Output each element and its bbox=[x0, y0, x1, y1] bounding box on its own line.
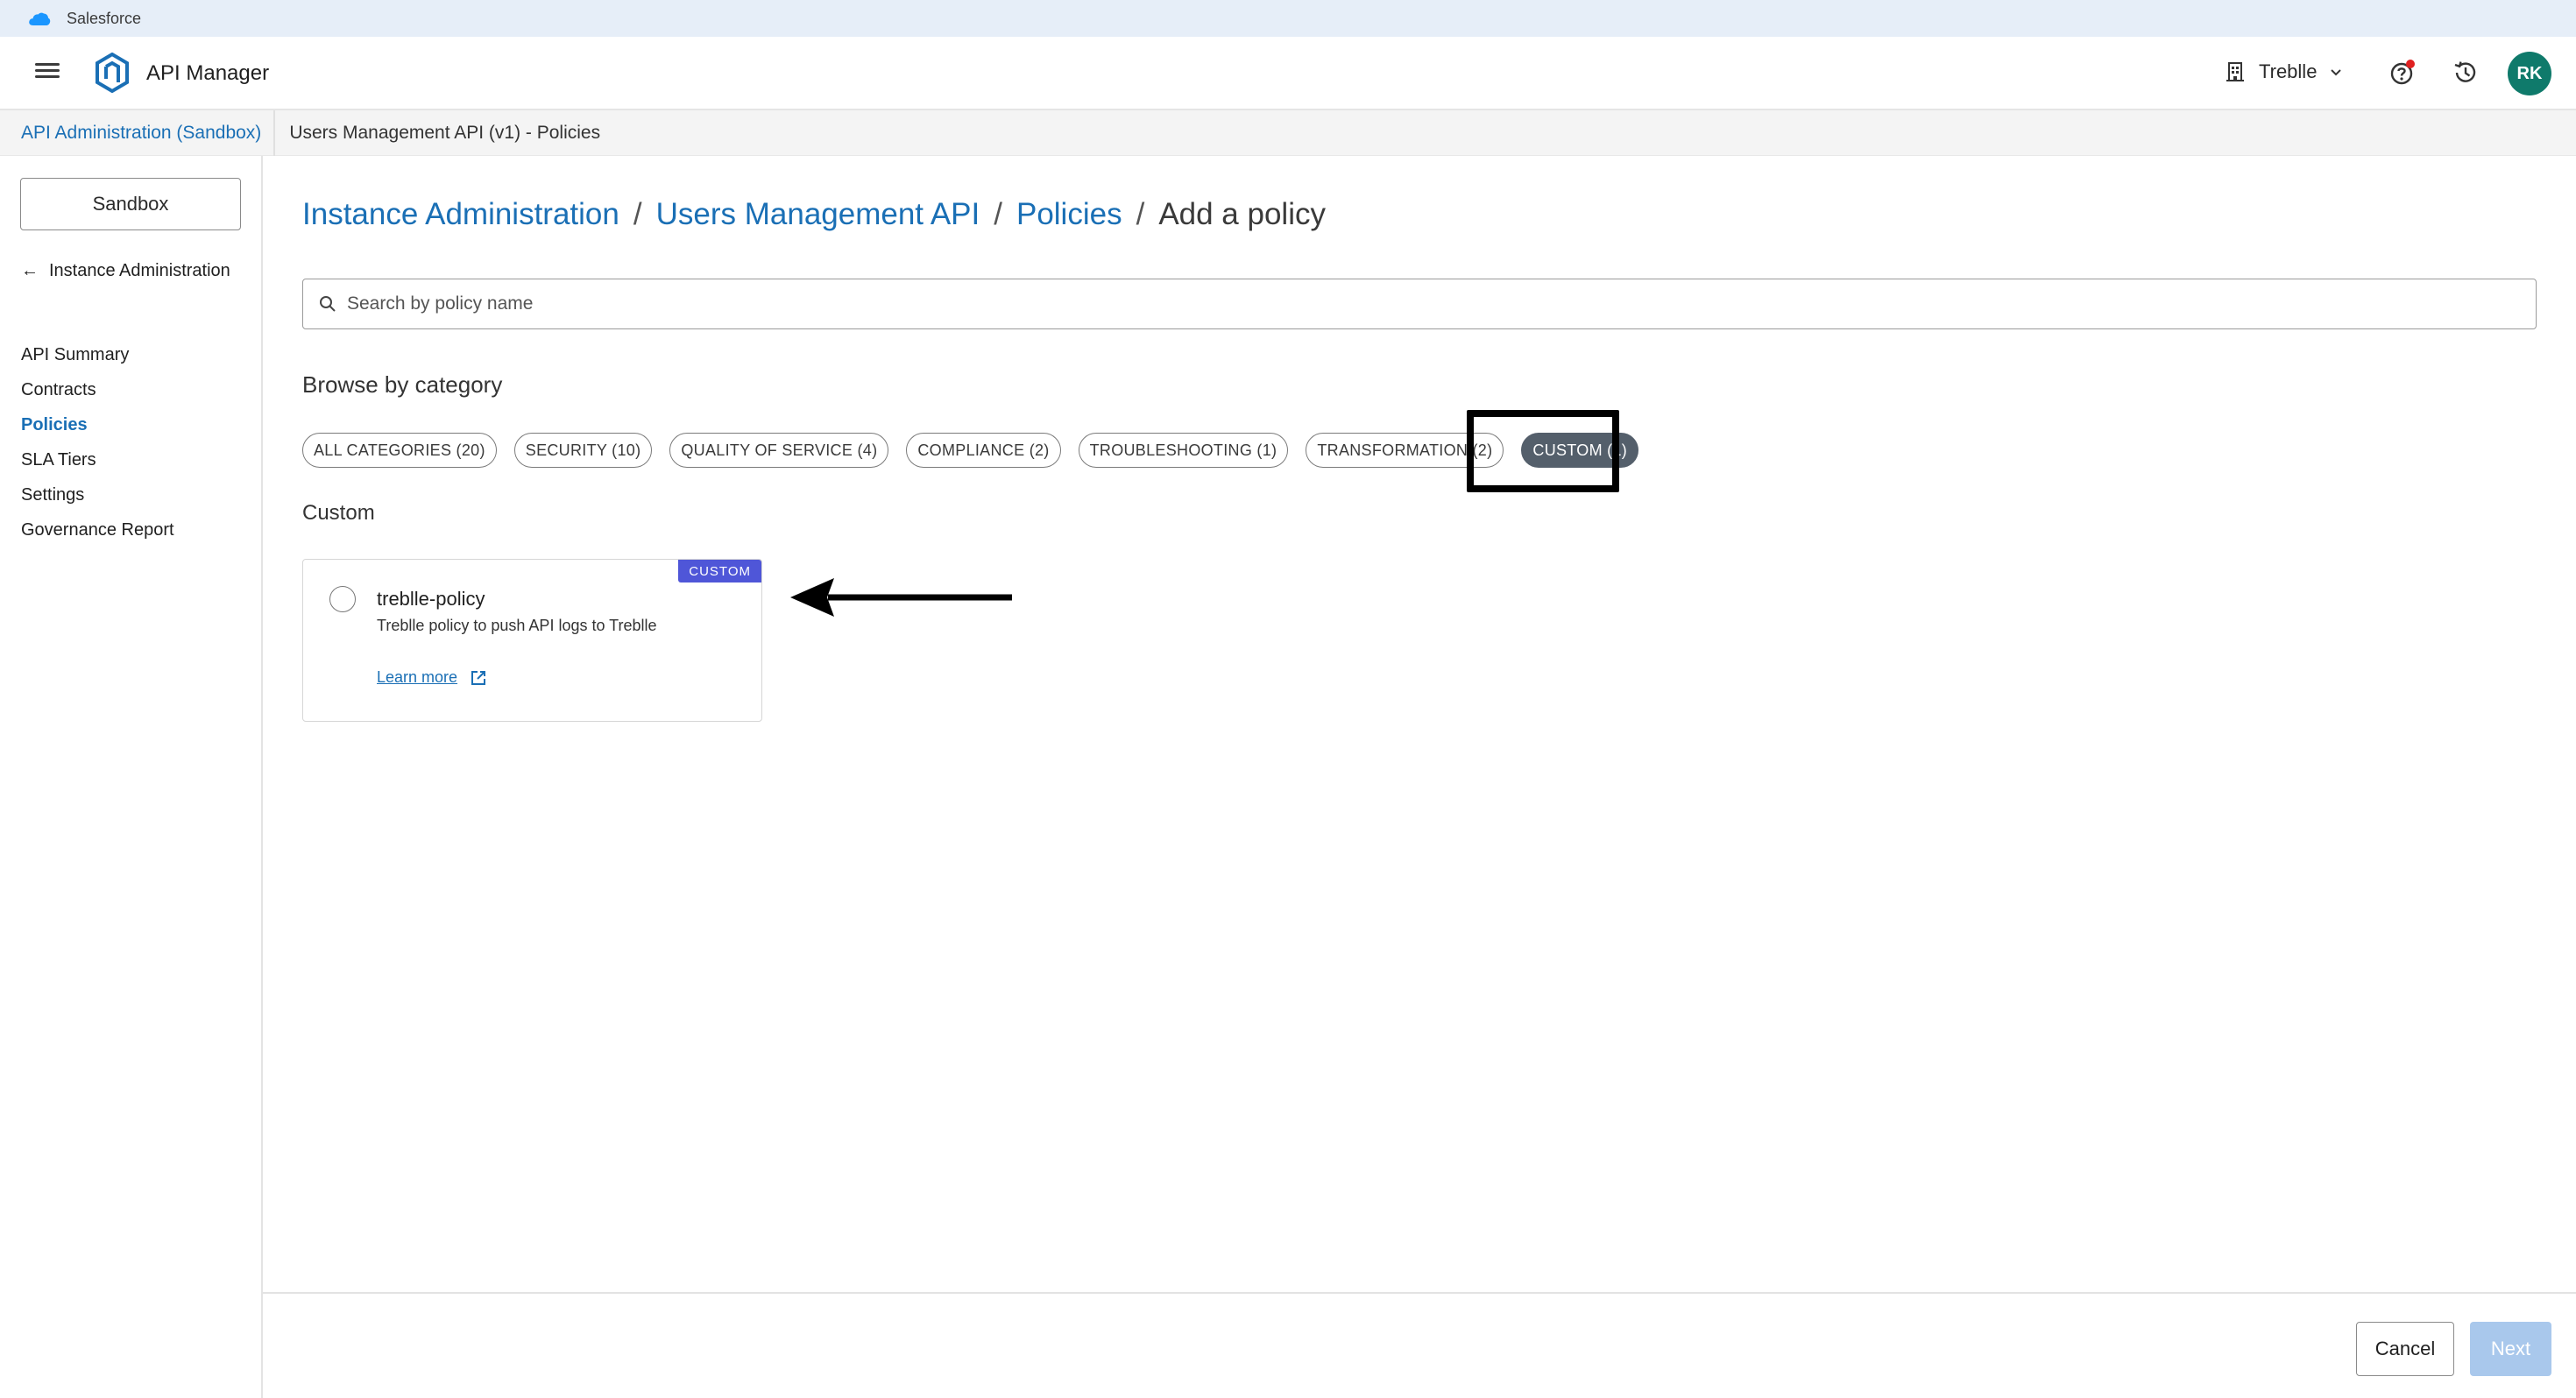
sidebar-item-contracts[interactable]: Contracts bbox=[21, 372, 174, 407]
annotation-arrow-icon bbox=[790, 578, 1012, 617]
footer-bar: Cancel Next bbox=[263, 1292, 2576, 1398]
salesforce-bar: Salesforce bbox=[0, 0, 2576, 37]
sidebar-item-settings[interactable]: Settings bbox=[21, 477, 174, 512]
sidebar-item-sla-tiers[interactable]: SLA Tiers bbox=[21, 442, 174, 477]
section-title-custom: Custom bbox=[302, 501, 375, 525]
policy-card[interactable]: CUSTOM treblle-policy Treblle policy to … bbox=[302, 559, 762, 722]
history-icon[interactable] bbox=[2451, 58, 2480, 88]
heading-separator: / bbox=[994, 197, 1002, 231]
breadcrumb: API Administration (Sandbox) Users Manag… bbox=[0, 109, 2576, 156]
sidebar-item-policies[interactable]: Policies bbox=[21, 407, 174, 442]
heading-separator: / bbox=[1136, 197, 1145, 231]
policy-search bbox=[302, 279, 2537, 329]
heading-separator: / bbox=[633, 197, 642, 231]
api-manager-logo-icon bbox=[96, 53, 129, 93]
app-title: API Manager bbox=[146, 61, 270, 85]
learn-more-label: Learn more bbox=[377, 668, 458, 686]
category-chip-all[interactable]: ALL CATEGORIES (20) bbox=[302, 433, 497, 468]
external-link-icon bbox=[471, 670, 486, 685]
category-chip-custom[interactable]: CUSTOM (1) bbox=[1521, 433, 1639, 468]
org-name: Treblle bbox=[2259, 60, 2318, 82]
cancel-button[interactable]: Cancel bbox=[2356, 1322, 2454, 1376]
sidebar-item-api-summary[interactable]: API Summary bbox=[21, 337, 174, 372]
policy-description: Treblle policy to push API logs to Trebl… bbox=[377, 617, 657, 634]
learn-more-link[interactable]: Learn more bbox=[377, 668, 487, 687]
category-chip-quality-of-service[interactable]: QUALITY OF SERVICE (4) bbox=[669, 433, 889, 468]
search-icon bbox=[320, 296, 336, 312]
category-chip-compliance[interactable]: COMPLIANCE (2) bbox=[906, 433, 1061, 468]
heading-current: Add a policy bbox=[1158, 197, 1326, 231]
category-chip-security[interactable]: SECURITY (10) bbox=[513, 433, 653, 468]
menu-icon[interactable] bbox=[35, 60, 60, 84]
sidebar: Sandbox ← Instance Administration API Su… bbox=[0, 156, 263, 1398]
search-input[interactable] bbox=[347, 293, 2450, 314]
breadcrumb-current: Users Management API (v1) - Policies bbox=[289, 122, 601, 143]
heading-crumb-instance-admin[interactable]: Instance Administration bbox=[302, 197, 619, 232]
salesforce-cloud-icon bbox=[28, 11, 51, 25]
building-icon bbox=[2226, 62, 2244, 81]
main-content: Instance Administration / Users Manageme… bbox=[263, 156, 2576, 1398]
category-chips: ALL CATEGORIES (20) SECURITY (10) QUALIT… bbox=[302, 432, 1639, 469]
policy-name: treblle-policy bbox=[377, 588, 485, 610]
help-icon[interactable] bbox=[2388, 58, 2417, 88]
environment-button[interactable]: Sandbox bbox=[20, 178, 241, 230]
org-switcher[interactable]: Treblle bbox=[2226, 60, 2343, 83]
back-link-label: Instance Administration bbox=[49, 261, 230, 280]
back-to-instance-admin-link[interactable]: ← Instance Administration bbox=[21, 261, 230, 281]
user-avatar[interactable]: RK bbox=[2508, 52, 2551, 95]
browse-by-category-title: Browse by category bbox=[302, 371, 503, 398]
custom-badge: CUSTOM bbox=[678, 560, 761, 582]
policy-select-radio[interactable] bbox=[329, 586, 356, 612]
chevron-down-icon bbox=[2331, 69, 2342, 76]
page-title: Instance Administration / Users Manageme… bbox=[302, 197, 1326, 232]
arrow-left-icon: ← bbox=[21, 261, 39, 280]
sidebar-item-governance-report[interactable]: Governance Report bbox=[21, 512, 174, 547]
heading-crumb-users-management-api[interactable]: Users Management API bbox=[656, 197, 980, 232]
salesforce-label: Salesforce bbox=[67, 9, 142, 27]
category-chip-troubleshooting[interactable]: TROUBLESHOOTING (1) bbox=[1078, 433, 1289, 468]
next-button[interactable]: Next bbox=[2470, 1322, 2551, 1376]
breadcrumb-parent-link[interactable]: API Administration (Sandbox) bbox=[0, 109, 276, 156]
heading-crumb-policies[interactable]: Policies bbox=[1016, 197, 1122, 232]
category-chip-transformation[interactable]: TRANSFORMATION (2) bbox=[1306, 433, 1504, 468]
app-header: API Manager Treblle RK bbox=[0, 37, 2576, 110]
sidebar-nav: API Summary Contracts Policies SLA Tiers… bbox=[21, 337, 174, 547]
